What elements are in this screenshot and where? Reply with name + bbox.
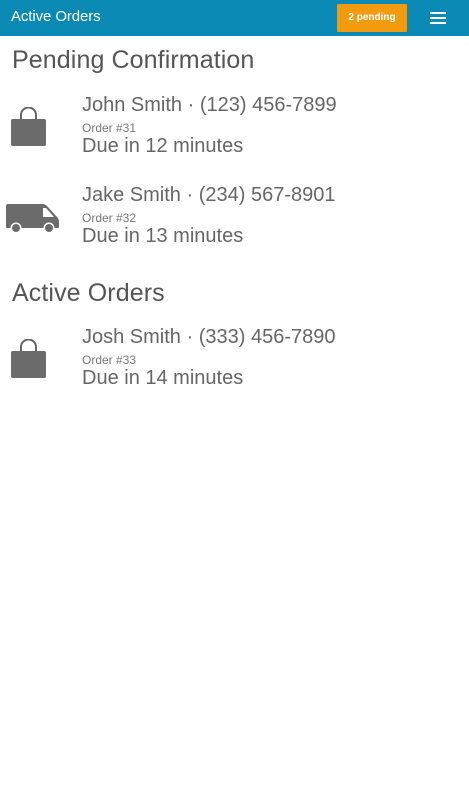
- order-number: Order #31: [82, 121, 137, 135]
- shopping-bag-icon: [11, 339, 46, 378]
- delivery-van-icon: [6, 204, 59, 234]
- order-number: Order #33: [82, 353, 137, 367]
- customer-name-phone: Jake Smith · (234) 567-8901: [82, 184, 336, 206]
- section-title-pending-confirmation: Pending Confirmation: [12, 46, 255, 74]
- pending-orders-button[interactable]: 2 pending: [337, 4, 407, 32]
- customer-name-phone: Josh Smith · (333) 456-7890: [82, 326, 336, 348]
- top-app-bar: Active Orders 2 pending: [0, 0, 469, 36]
- order-list-item[interactable]: Jake Smith · (234) 567-8901 Order #32 Du…: [0, 184, 469, 264]
- customer-name-phone: John Smith · (123) 456-7899: [82, 94, 337, 116]
- order-number: Order #32: [82, 211, 137, 225]
- due-time: Due in 13 minutes: [82, 225, 244, 247]
- order-list-item[interactable]: John Smith · (123) 456-7899 Order #31 Du…: [0, 94, 469, 174]
- order-list-item[interactable]: Josh Smith · (333) 456-7890 Order #33 Du…: [0, 326, 469, 406]
- app-title: Active Orders: [11, 8, 101, 25]
- shopping-bag-icon: [11, 107, 46, 146]
- due-time: Due in 12 minutes: [82, 135, 244, 157]
- hamburger-menu-icon[interactable]: [422, 6, 454, 30]
- due-time: Due in 14 minutes: [82, 367, 244, 389]
- section-title-active-orders: Active Orders: [12, 279, 165, 307]
